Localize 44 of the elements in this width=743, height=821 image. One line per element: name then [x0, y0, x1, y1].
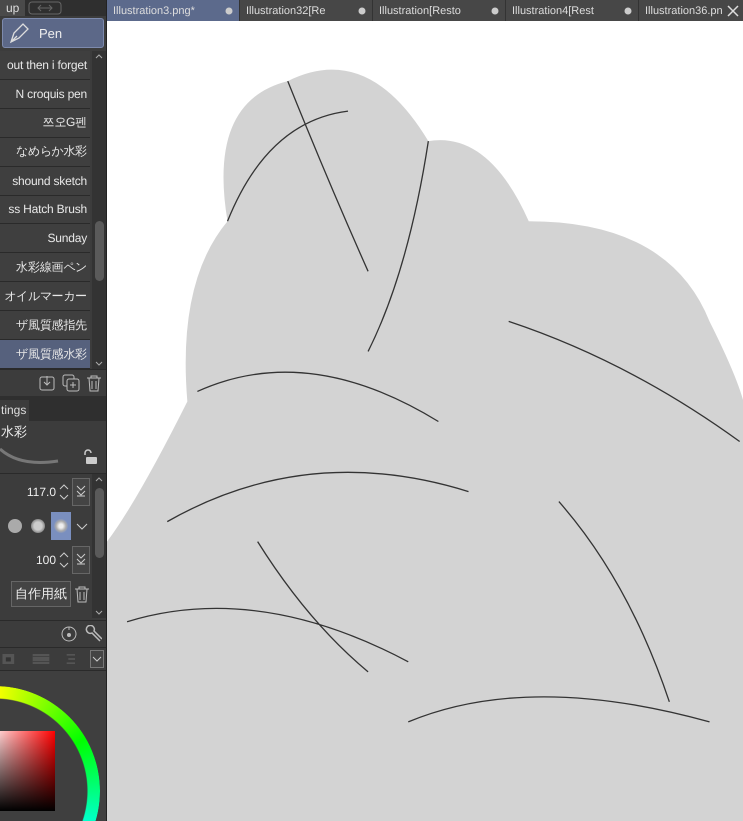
- brush-list-item[interactable]: なめらか水彩: [0, 138, 90, 167]
- scroll-thumb[interactable]: [94, 221, 104, 281]
- scrollbar[interactable]: [92, 474, 106, 618]
- brush-stroke-preview: [0, 445, 60, 467]
- brush-list-item[interactable]: shound sketch: [0, 166, 90, 196]
- tab-title: Illustration4[Rest: [512, 4, 595, 16]
- unsaved-dot-icon: [624, 6, 632, 14]
- trash-icon[interactable]: [74, 585, 90, 603]
- tab-title: Illustration[Resto: [379, 4, 462, 16]
- unsaved-dot-icon: [225, 6, 233, 14]
- document-tab[interactable]: Illustration4[Rest: [506, 0, 639, 21]
- tab-title: Illustration36.pn: [645, 4, 723, 16]
- document-tab[interactable]: Illustration36.pn: [639, 0, 743, 21]
- opacity-value[interactable]: 100: [36, 553, 56, 567]
- paper-texture-button[interactable]: 自作用紙: [11, 581, 71, 607]
- duplicate-icon[interactable]: [62, 374, 80, 392]
- timer-icon[interactable]: [60, 625, 78, 643]
- brush-name: 水彩: [1, 423, 27, 441]
- close-icon[interactable]: [726, 4, 739, 16]
- color-square[interactable]: [0, 731, 55, 811]
- color-set-tab-icon[interactable]: [0, 651, 17, 667]
- pen-tool-button[interactable]: Pen: [2, 18, 104, 48]
- trash-icon[interactable]: [86, 374, 102, 392]
- wrench-icon[interactable]: [84, 625, 102, 643]
- scroll-thumb[interactable]: [94, 488, 104, 558]
- panel-tab[interactable]: up: [0, 0, 26, 16]
- scrollbar[interactable]: [92, 51, 106, 369]
- lock-icon[interactable]: [82, 449, 98, 465]
- brush-list-item[interactable]: ザ風質感水彩: [0, 340, 90, 369]
- brush-list-item[interactable]: ss Hatch Brush: [0, 196, 90, 224]
- document-tab[interactable]: Illustration3.png*: [107, 0, 240, 21]
- panel-tab[interactable]: tings: [0, 400, 30, 421]
- tab-title: Illustration32[Re: [246, 4, 326, 16]
- pressure-button[interactable]: [72, 478, 90, 506]
- brush-size-value[interactable]: 117.0: [26, 485, 56, 499]
- import-icon[interactable]: [38, 374, 56, 392]
- tab-menu-button[interactable]: [90, 650, 104, 668]
- tab-title: Illustration3.png*: [113, 4, 196, 16]
- unsaved-dot-icon: [491, 6, 499, 14]
- pressure-button[interactable]: [72, 546, 90, 574]
- unsaved-dot-icon: [358, 6, 366, 14]
- document-tab[interactable]: Illustration[Resto: [373, 0, 506, 21]
- document-tab[interactable]: Illustration32[Re: [240, 0, 373, 21]
- caret-icon: [92, 655, 102, 663]
